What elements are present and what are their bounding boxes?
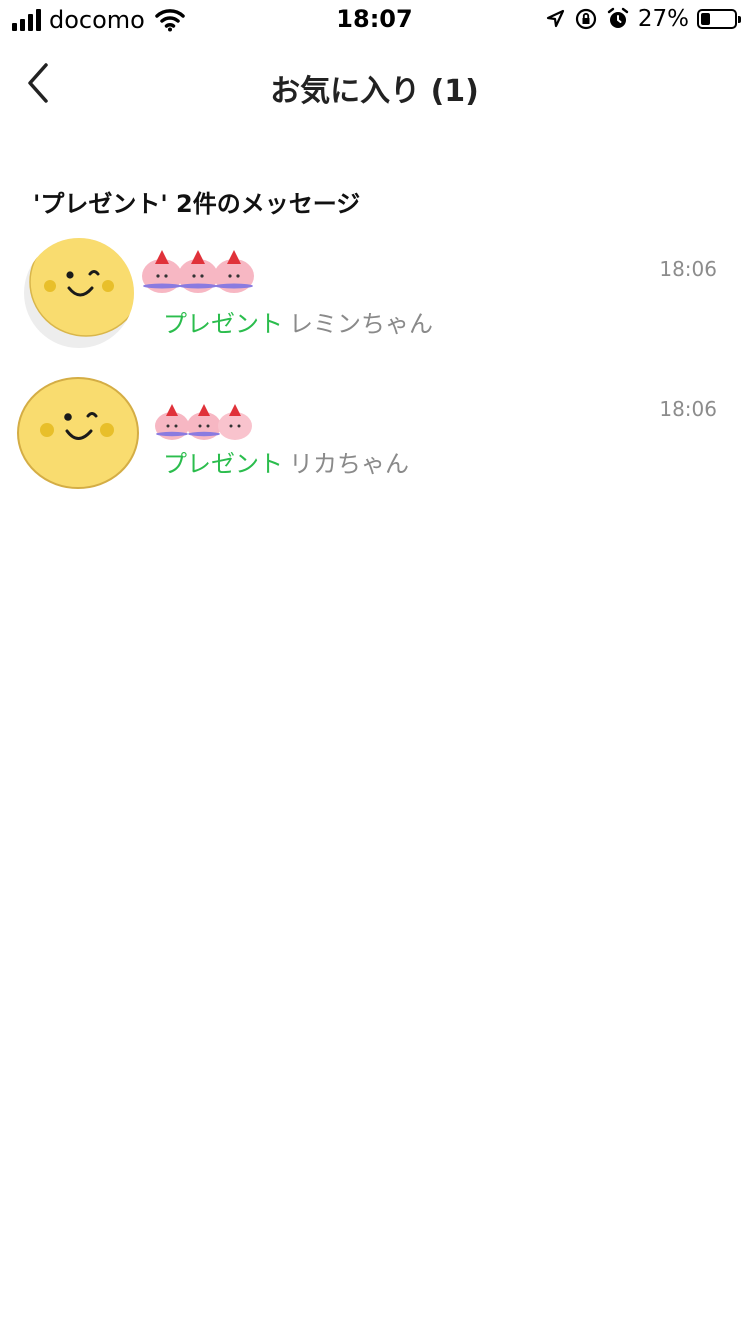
matched-keyword: プレゼント <box>163 310 283 338</box>
sender-name: リカちゃん <box>289 450 409 478</box>
matched-keyword: プレゼント <box>163 450 283 478</box>
navigation-bar: お気に入り (1) <box>0 48 749 120</box>
sticker-name-icon <box>142 250 254 293</box>
message-time: 18:06 <box>659 397 717 421</box>
sender-name: レミンちゃん <box>289 310 433 338</box>
location-arrow-icon <box>546 9 564 28</box>
battery-level-fill <box>701 13 710 25</box>
battery-percent: 27% <box>637 6 689 32</box>
message-preview: プレゼント レミンちゃん <box>163 304 433 339</box>
avatar <box>17 377 139 489</box>
battery-icon <box>697 9 741 29</box>
search-results-header: 'プレゼント' 2件のメッセージ <box>33 190 361 218</box>
status-bar: docomo 18:07 27% <box>0 0 749 40</box>
message-time: 18:06 <box>659 257 717 281</box>
page-title: お気に入り (1) <box>270 74 479 109</box>
rotation-lock-icon <box>575 8 596 30</box>
avatar <box>24 238 134 348</box>
message-result-row[interactable]: プレゼント レミンちゃん 18:06 <box>0 232 749 362</box>
sticker-name-icon <box>155 404 252 440</box>
message-result-row[interactable]: プレゼント リカちゃん 18:06 <box>0 372 749 502</box>
message-preview: プレゼント リカちゃん <box>163 444 409 479</box>
status-right: 27% <box>544 6 741 32</box>
alarm-icon <box>607 7 629 28</box>
